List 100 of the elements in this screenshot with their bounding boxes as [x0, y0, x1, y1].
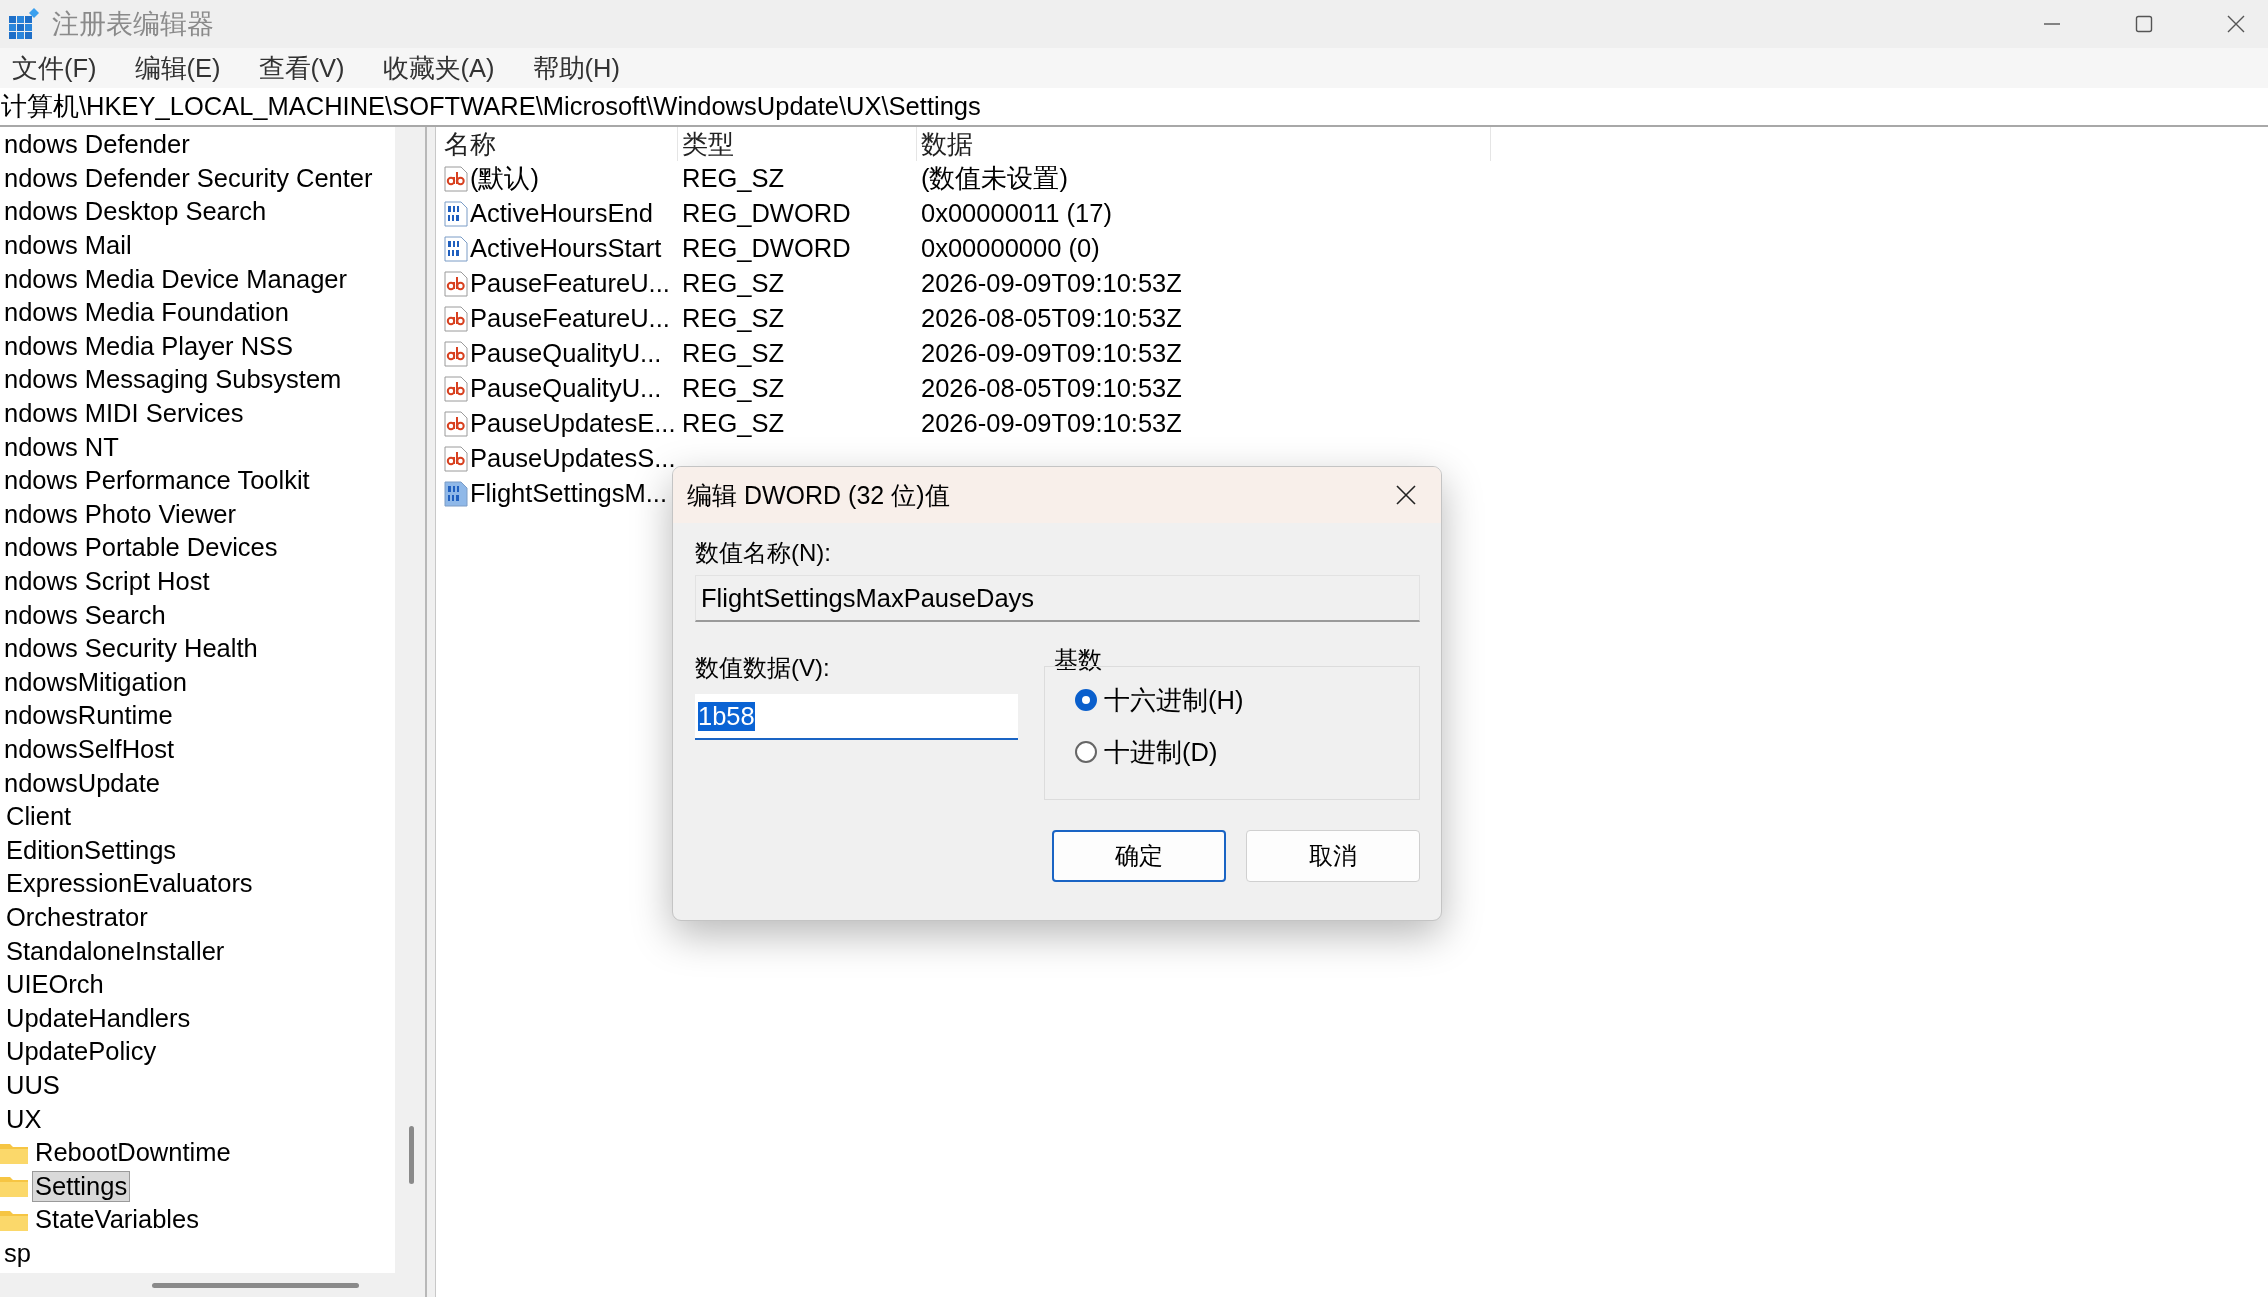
value-type: REG_SZ [681, 409, 786, 438]
tree-item[interactable]: ndowsRuntime [1, 700, 176, 732]
close-icon[interactable] [2226, 14, 2246, 34]
value-data-label: 数值数据(V): [695, 653, 831, 683]
value-name[interactable]: ActiveHoursStart [470, 234, 662, 263]
cancel-button[interactable]: 取消 [1246, 830, 1420, 882]
folder-icon [0, 1175, 28, 1198]
string-value-icon [444, 375, 468, 402]
string-value-icon [444, 165, 468, 192]
value-type: REG_SZ [681, 269, 786, 298]
value-type: REG_SZ [681, 164, 786, 193]
value-data: 2026-09-09T09:10:53Z [920, 339, 1183, 368]
binary-value-icon [444, 480, 468, 507]
tree-item[interactable]: Settings [32, 1170, 131, 1202]
menu-item[interactable]: 收藏夹(A) [382, 50, 495, 86]
radio-label[interactable]: 十进制(D) [1104, 734, 1218, 770]
value-data: (数值未设置) [920, 163, 1069, 194]
value-data: 2026-08-05T09:10:53Z [920, 374, 1183, 403]
registry-app-icon [8, 8, 40, 40]
value-name[interactable]: PauseUpdatesE... [470, 409, 676, 438]
menu-item[interactable]: 查看(V) [258, 50, 345, 86]
value-data-field[interactable]: 1b58 [695, 694, 1018, 740]
tree-item[interactable]: Orchestrator [3, 901, 151, 933]
value-type: REG_DWORD [681, 199, 852, 228]
tree-item[interactable]: UUS [3, 1069, 63, 1101]
tree-item[interactable]: ndows Security Health [1, 633, 261, 665]
tree-item[interactable]: ndows Media Foundation [1, 297, 292, 329]
string-value-icon [444, 305, 468, 332]
value-name[interactable]: PauseUpdatesS... [470, 444, 676, 473]
radio-label[interactable]: 十六进制(H) [1104, 682, 1244, 718]
folder-icon [0, 1208, 28, 1231]
value-name[interactable]: PauseQualityU... [470, 374, 662, 403]
value-name[interactable]: FlightSettingsM... [470, 479, 667, 508]
tree-item[interactable]: ndows Messaging Subsystem [1, 364, 345, 396]
value-data: 0x00000000 (0) [920, 234, 1101, 263]
horizontal-scrollbar[interactable] [0, 1273, 395, 1297]
column-header[interactable]: 数据 [917, 127, 1491, 161]
tree-item[interactable]: ndows Desktop Search [1, 196, 270, 228]
tree-item[interactable]: ExpressionEvaluators [3, 868, 256, 900]
value-data: 2026-09-09T09:10:53Z [920, 409, 1183, 438]
tree-item[interactable]: StateVariables [32, 1204, 202, 1236]
menu-item[interactable]: 编辑(E) [134, 50, 221, 86]
value-data: 2026-09-09T09:10:53Z [920, 269, 1183, 298]
value-name[interactable]: PauseFeatureU... [470, 269, 670, 298]
tree-item[interactable]: ndows Mail [1, 230, 135, 262]
value-name[interactable]: PauseFeatureU... [470, 304, 670, 333]
value-type: REG_SZ [681, 374, 786, 403]
binary-value-icon [444, 200, 468, 227]
tree-item[interactable]: ndows Search [1, 599, 169, 631]
tree-item[interactable]: ndows Media Player NSS [1, 330, 297, 362]
tree-item[interactable]: UpdatePolicy [3, 1036, 160, 1068]
binary-value-icon [444, 235, 468, 262]
tree-item[interactable]: ndows MIDI Services [1, 398, 247, 430]
tree-item[interactable]: ndows Script Host [1, 566, 213, 597]
string-value-icon [444, 410, 468, 437]
dialog-title: 编辑 DWORD (32 位)值 [687, 479, 950, 511]
value-name[interactable]: ActiveHoursEnd [470, 199, 653, 228]
base-group-label: 基数 [1054, 645, 1103, 675]
tree-item[interactable]: sp [1, 1237, 34, 1269]
vertical-scrollbar[interactable] [395, 127, 427, 1297]
tree-item[interactable]: ndows Portable Devices [1, 532, 281, 564]
menu-item[interactable]: 文件(F) [12, 50, 97, 86]
tree-item[interactable]: ndows Performance Toolkit [1, 465, 313, 497]
value-type: REG_SZ [681, 304, 786, 333]
radio-button[interactable] [1075, 689, 1097, 711]
ok-button[interactable]: 确定 [1052, 830, 1226, 882]
string-value-icon [444, 445, 468, 472]
tree-item[interactable]: UpdateHandlers [3, 1002, 194, 1034]
tree-item[interactable]: UIEOrch [3, 969, 107, 1001]
radio-button[interactable] [1075, 741, 1097, 763]
tree-item[interactable]: StandaloneInstaller [3, 935, 228, 967]
tree-item[interactable]: Client [3, 801, 75, 833]
scrollbar-thumb[interactable] [409, 1126, 414, 1184]
value-name-field[interactable]: FlightSettingsMaxPauseDays [695, 575, 1420, 622]
tree-item[interactable]: UX [3, 1103, 45, 1135]
tree-item[interactable]: ndows Defender Security Center [1, 162, 376, 194]
close-icon[interactable] [1395, 484, 1417, 506]
tree-item[interactable]: EditionSettings [3, 834, 180, 866]
column-header[interactable]: 类型 [678, 127, 917, 161]
tree-item[interactable]: ndows NT [1, 431, 122, 463]
value-name[interactable]: PauseQualityU... [470, 339, 662, 368]
tree-item[interactable]: ndows Photo Viewer [1, 498, 239, 530]
address-path[interactable]: 计算机\HKEY_LOCAL_MACHINE\SOFTWARE\Microsoft\WindowsUpdate\UX\Settings [0, 89, 981, 124]
tree-item[interactable]: ndowsSelfHost [1, 734, 178, 765]
tree-item[interactable]: ndowsMitigation [1, 666, 190, 698]
tree-item[interactable]: ndows Media Device Manager [1, 263, 350, 295]
scrollbar-thumb[interactable] [152, 1282, 359, 1288]
column-header[interactable]: 名称 [440, 127, 678, 161]
tree-item[interactable]: ndowsUpdate [1, 767, 163, 799]
maximize-icon[interactable] [2134, 14, 2154, 34]
menu-item[interactable]: 帮助(H) [532, 50, 620, 86]
value-name-label: 数值名称(N): [695, 538, 832, 568]
value-data: 0x00000011 (17) [920, 199, 1113, 228]
window-title: 注册表编辑器 [52, 8, 214, 41]
string-value-icon [444, 340, 468, 367]
string-value-icon [444, 270, 468, 297]
tree-item[interactable]: RebootDowntime [32, 1137, 234, 1169]
value-type: REG_SZ [681, 339, 786, 368]
tree-item[interactable]: ndows Defender [1, 129, 193, 161]
value-name[interactable]: (默认) [470, 161, 539, 196]
